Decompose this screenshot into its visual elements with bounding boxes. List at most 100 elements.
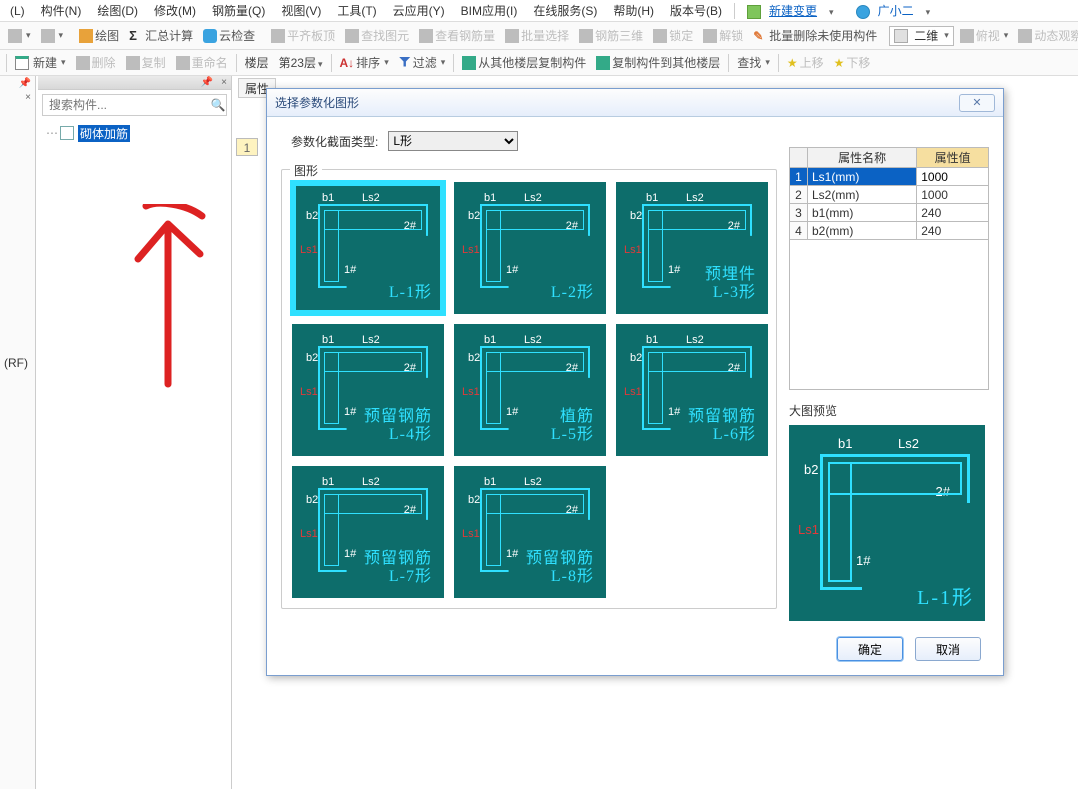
dyn-observe-button[interactable]: 动态观察 xyxy=(1014,25,1078,47)
menu-item[interactable]: 云应用(Y) xyxy=(387,2,451,19)
batch-select-button[interactable]: 批量选择 xyxy=(501,25,573,47)
hint-ls1: Ls1 xyxy=(462,244,480,256)
menu-item[interactable]: 帮助(H) xyxy=(607,2,660,19)
copy-button[interactable]: 复制 xyxy=(122,52,170,74)
move-down-button[interactable]: 下移 xyxy=(830,52,875,74)
unlock-button[interactable]: 解锁 xyxy=(699,25,747,47)
floor-value[interactable]: 第23层▾ xyxy=(275,54,327,71)
preview-name: L-1形 xyxy=(917,581,974,610)
dialog-close-button[interactable]: ✕ xyxy=(959,94,995,112)
attr-value-cell[interactable]: 1000 xyxy=(917,168,989,186)
search-icon[interactable]: 🔍 xyxy=(210,98,226,112)
annotation-arrow-icon xyxy=(98,204,238,404)
hint-b2: b2 xyxy=(468,494,480,506)
find-elem-button[interactable]: 查找图元 xyxy=(341,25,413,47)
menu-item[interactable]: 构件(N) xyxy=(35,2,88,19)
menu-item[interactable]: 修改(M) xyxy=(148,2,202,19)
sum-button[interactable]: Σ汇总计算 xyxy=(125,25,197,47)
hint-b2: b2 xyxy=(468,352,480,364)
attr-value-cell[interactable]: 240 xyxy=(917,204,989,222)
filter-button[interactable]: 过滤▾ xyxy=(395,52,450,74)
menu-item[interactable]: 钢筋量(Q) xyxy=(206,2,271,19)
attr-row[interactable]: 1Ls1(mm)1000 xyxy=(790,168,989,186)
view-mode-dropdown[interactable]: 二维▾ xyxy=(889,26,954,46)
menu-item[interactable]: BIM应用(I) xyxy=(455,2,524,19)
new-change-link[interactable]: 新建变更▾ xyxy=(741,2,846,19)
shape-name: L-1形 xyxy=(389,284,432,302)
bolt-icon: ✎ xyxy=(753,29,767,43)
find-button[interactable]: 查找▾ xyxy=(733,52,774,74)
shape-option[interactable]: b1Ls2b2Ls11#2#预留钢筋 L-8形 xyxy=(454,466,606,598)
shape-option[interactable]: b1Ls2b2Ls11#2#预留钢筋 L-7形 xyxy=(292,466,444,598)
hint-b2: b2 xyxy=(630,352,642,364)
check-rebar-button[interactable]: 查看钢筋量 xyxy=(415,25,499,47)
rebar-3d-button[interactable]: 钢筋三维 xyxy=(575,25,647,47)
doc-icon xyxy=(747,5,761,19)
left-side-strip: 📌 × (RF) xyxy=(0,76,36,789)
close-icon[interactable]: × xyxy=(25,92,31,103)
shape-option[interactable]: b1Ls2b2Ls11#2#预留钢筋 L-4形 xyxy=(292,324,444,456)
shapes-group: 图形 b1Ls2b2Ls11#2#L-1形b1Ls2b2Ls11#2#L-2形b… xyxy=(281,169,777,609)
topview-button[interactable]: 俯视▾ xyxy=(956,25,1013,47)
close-icon[interactable]: × xyxy=(221,77,227,88)
menu-item[interactable]: 视图(V) xyxy=(275,2,327,19)
hint-b1: b1 xyxy=(322,192,334,204)
hint-ls2: Ls2 xyxy=(524,192,542,204)
tree-node[interactable]: 砌体加筋 xyxy=(46,124,223,142)
swatch-icon xyxy=(894,29,908,43)
delete-button[interactable]: 删除 xyxy=(72,52,120,74)
copy-from-floor-button[interactable]: 从其他楼层复制构件 xyxy=(458,52,590,74)
lock-button[interactable]: 锁定 xyxy=(649,25,697,47)
separator xyxy=(734,3,735,19)
table-blank-area xyxy=(789,240,989,390)
draw-button[interactable]: 绘图 xyxy=(75,25,123,47)
menu-item[interactable]: (L) xyxy=(4,4,31,18)
attr-value-cell[interactable]: 1000 xyxy=(917,186,989,204)
attr-row[interactable]: 3b1(mm)240 xyxy=(790,204,989,222)
attr-row[interactable]: 2Ls2(mm)1000 xyxy=(790,186,989,204)
shape-option[interactable]: b1Ls2b2Ls11#2#预留钢筋 L-6形 xyxy=(616,324,768,456)
cloud-check-button[interactable]: 云检查 xyxy=(199,25,259,47)
rename-button[interactable]: 重命名 xyxy=(172,52,232,74)
search-input[interactable] xyxy=(43,98,210,112)
new-icon xyxy=(15,56,29,70)
attr-row[interactable]: 4b2(mm)240 xyxy=(790,222,989,240)
tree-node-label: 砌体加筋 xyxy=(78,125,130,142)
attr-value-cell[interactable]: 240 xyxy=(917,222,989,240)
menu-item[interactable]: 版本号(B) xyxy=(664,2,728,19)
new-button[interactable]: 新建▾ xyxy=(11,52,70,74)
pin-icon[interactable]: 📌 xyxy=(201,77,213,88)
search-box[interactable]: 🔍 xyxy=(42,94,227,116)
pencil-icon xyxy=(79,29,93,43)
row-header-1[interactable]: 1 xyxy=(236,138,258,156)
shape-option[interactable]: b1Ls2b2Ls11#2#L-1形 xyxy=(292,182,444,314)
hint-ls2: Ls2 xyxy=(524,334,542,346)
row-index: 4 xyxy=(790,222,808,240)
flat-slab-button[interactable]: 平齐板顶 xyxy=(267,25,339,47)
menu-item[interactable]: 工具(T) xyxy=(331,2,382,19)
copy-to-floor-button[interactable]: 复制构件到其他楼层 xyxy=(592,52,724,74)
sort-button[interactable]: A↓排序▾ xyxy=(336,52,393,74)
preview-label: 大图预览 xyxy=(789,402,989,419)
pin-icon[interactable]: 📌 xyxy=(19,78,31,89)
shape-option[interactable]: b1Ls2b2Ls11#2#L-2形 xyxy=(454,182,606,314)
user-dropdown[interactable]: 广小二▾ xyxy=(850,2,943,19)
shape-option[interactable]: b1Ls2b2Ls11#2#植筋 L-5形 xyxy=(454,324,606,456)
menu-item[interactable]: 绘图(D) xyxy=(91,2,144,19)
batch-delete-button[interactable]: ✎批量删除未使用构件 xyxy=(749,25,881,47)
hint-b1: b1 xyxy=(322,334,334,346)
move-up-button[interactable]: 上移 xyxy=(783,52,828,74)
star-icon xyxy=(834,56,845,70)
hint-b1: b1 xyxy=(646,192,658,204)
ok-button[interactable]: 确定 xyxy=(837,637,903,661)
cancel-button[interactable]: 取消 xyxy=(915,637,981,661)
shape-name: 预留钢筋 L-6形 xyxy=(688,408,756,444)
redo-button[interactable]: ▾ xyxy=(37,25,68,47)
undo-button[interactable]: ▾ xyxy=(4,25,35,47)
menu-item[interactable]: 在线服务(S) xyxy=(527,2,603,19)
hint-b2: b2 xyxy=(804,462,818,477)
type-select[interactable]: L形 xyxy=(388,131,518,151)
toolbar-secondary: 新建▾ 删除 复制 重命名 楼层 第23层▾ A↓排序▾ 过滤▾ 从其他楼层复制… xyxy=(0,50,1078,76)
shape-option[interactable]: b1Ls2b2Ls11#2#预埋件 L-3形 xyxy=(616,182,768,314)
row-index: 2 xyxy=(790,186,808,204)
